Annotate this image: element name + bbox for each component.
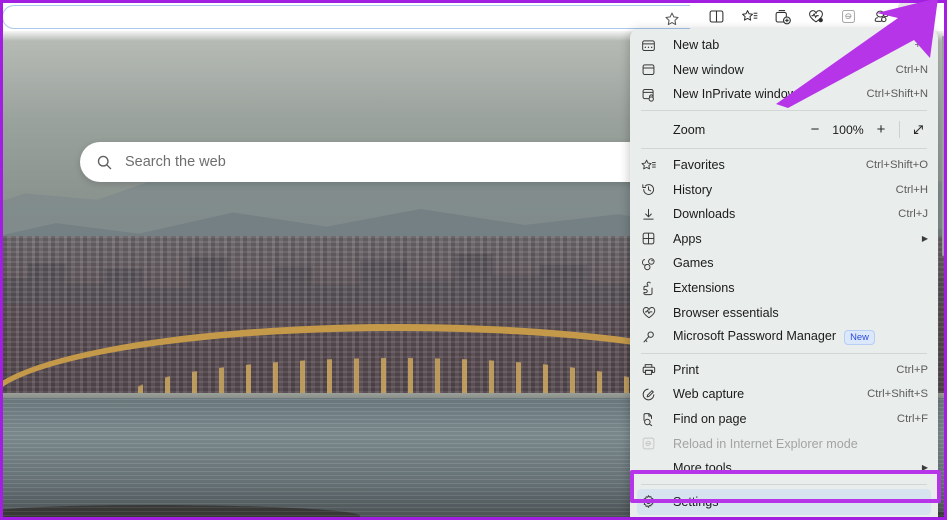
menu-separator bbox=[641, 484, 927, 485]
find-icon bbox=[641, 410, 663, 428]
menu-item-label: New window bbox=[673, 62, 744, 77]
menu-item-downloads[interactable]: Downloads Ctrl+J bbox=[630, 202, 938, 227]
menu-item-settings[interactable]: Settings bbox=[637, 488, 931, 515]
new-window-icon bbox=[641, 61, 663, 79]
history-icon bbox=[641, 181, 663, 199]
browser-essentials-icon[interactable] bbox=[799, 2, 832, 30]
menu-item-label: Apps bbox=[673, 231, 702, 246]
favorites-icon[interactable] bbox=[733, 2, 766, 30]
menu-item-label: Microsoft Password Manager New bbox=[673, 329, 928, 346]
menu-item-accel: +T bbox=[914, 39, 929, 52]
zoom-in-button[interactable]: + bbox=[867, 118, 895, 142]
address-bar[interactable] bbox=[2, 5, 690, 29]
zoom-value: 100% bbox=[832, 122, 864, 137]
downloads-icon bbox=[641, 205, 663, 223]
menu-item-accel: Ctrl+N bbox=[895, 63, 928, 76]
menu-item-label: History bbox=[673, 182, 713, 197]
toolbar-icon-group bbox=[700, 2, 931, 30]
menu-item-games[interactable]: Games bbox=[630, 251, 938, 276]
menu-scrollbar[interactable] bbox=[941, 36, 945, 256]
gear-icon bbox=[641, 493, 663, 511]
settings-and-more-menu: New tab +T New window Ctrl+N New InPriva… bbox=[630, 29, 938, 520]
menu-item-help-and-feedback[interactable]: Help and feedback ▶ bbox=[630, 515, 938, 520]
web-capture-icon bbox=[641, 385, 663, 403]
menu-item-accel: Ctrl+J bbox=[898, 208, 928, 221]
menu-item-favorites[interactable]: Favorites Ctrl+Shift+O bbox=[630, 153, 938, 178]
menu-item-history[interactable]: History Ctrl+H bbox=[630, 177, 938, 202]
menu-item-accel: Ctrl+F bbox=[896, 413, 928, 426]
menu-item-label: Extensions bbox=[673, 281, 735, 296]
menu-item-label: New InPrivate window bbox=[673, 87, 797, 102]
menu-item-accel: Ctrl+H bbox=[895, 183, 928, 196]
copilot-icon[interactable] bbox=[865, 2, 898, 30]
menu-item-reload-ie-mode: Reload in Internet Explorer mode bbox=[630, 431, 938, 456]
more-tools-icon bbox=[641, 459, 663, 477]
menu-item-new-window[interactable]: New window Ctrl+N bbox=[630, 58, 938, 83]
ie-mode-icon[interactable] bbox=[832, 2, 865, 30]
menu-item-apps[interactable]: Apps ▶ bbox=[630, 227, 938, 252]
menu-item-label: Games bbox=[673, 256, 714, 271]
collections-icon[interactable] bbox=[766, 2, 799, 30]
chevron-right-icon: ▶ bbox=[921, 233, 928, 243]
menu-separator bbox=[641, 353, 927, 355]
menu-item-label: Reload in Internet Explorer mode bbox=[673, 436, 858, 451]
favorites-icon bbox=[641, 156, 663, 174]
password-manager-label: Microsoft Password Manager bbox=[673, 329, 837, 344]
menu-item-browser-essentials[interactable]: Browser essentials bbox=[630, 300, 938, 325]
settings-and-more-icon[interactable] bbox=[898, 2, 931, 30]
menu-separator bbox=[641, 148, 927, 150]
menu-item-accel: Ctrl+P bbox=[896, 363, 928, 376]
menu-item-password-manager[interactable]: Microsoft Password Manager New bbox=[630, 325, 938, 350]
address-input[interactable] bbox=[15, 6, 650, 28]
menu-item-new-inprivate-window[interactable]: New InPrivate window Ctrl+Shift+N bbox=[630, 82, 938, 107]
page-search-box[interactable] bbox=[80, 142, 698, 182]
menu-item-label: New tab bbox=[673, 38, 720, 53]
menu-item-label: Browser essentials bbox=[673, 305, 779, 320]
menu-item-label: Settings bbox=[673, 494, 719, 509]
favorite-star-icon[interactable] bbox=[662, 9, 681, 28]
menu-item-label: Web capture bbox=[673, 387, 745, 402]
menu-item-extensions[interactable]: Extensions bbox=[630, 276, 938, 301]
menu-item-accel: Ctrl+Shift+N bbox=[866, 88, 928, 101]
menu-item-new-tab[interactable]: New tab +T bbox=[630, 33, 938, 58]
screenshot-root: New tab +T New window Ctrl+N bbox=[0, 0, 947, 520]
menu-item-label: Downloads bbox=[673, 207, 736, 222]
menu-item-label: More tools bbox=[673, 461, 732, 476]
menu-item-print[interactable]: Print Ctrl+P bbox=[630, 358, 938, 383]
ie-mode-icon bbox=[641, 435, 663, 453]
new-badge: New bbox=[844, 329, 875, 346]
chevron-right-icon: ▶ bbox=[921, 463, 928, 473]
menu-item-label: Find on page bbox=[673, 412, 747, 427]
search-icon bbox=[96, 154, 113, 171]
menu-item-label: Favorites bbox=[673, 158, 725, 173]
zoom-label: Zoom bbox=[673, 122, 706, 137]
menu-item-accel: Ctrl+Shift+O bbox=[865, 159, 928, 172]
inprivate-icon bbox=[641, 85, 663, 103]
print-icon bbox=[641, 361, 663, 379]
fullscreen-icon[interactable] bbox=[904, 118, 932, 142]
river-bank-left bbox=[0, 505, 360, 520]
menu-item-label: Print bbox=[673, 362, 699, 377]
menu-item-more-tools[interactable]: More tools ▶ bbox=[630, 456, 938, 481]
browser-toolbar bbox=[0, 0, 947, 31]
games-icon bbox=[641, 254, 663, 272]
split-screen-icon[interactable] bbox=[700, 2, 733, 30]
browser-essentials-icon bbox=[641, 304, 663, 322]
search-input[interactable] bbox=[125, 154, 698, 170]
menu-separator bbox=[641, 110, 927, 112]
zoom-divider bbox=[899, 121, 900, 139]
menu-item-web-capture[interactable]: Web capture Ctrl+Shift+S bbox=[630, 382, 938, 407]
menu-item-accel: Ctrl+Shift+S bbox=[867, 388, 928, 401]
apps-icon bbox=[641, 230, 663, 248]
key-icon bbox=[641, 328, 663, 346]
menu-item-find-on-page[interactable]: Find on page Ctrl+F bbox=[630, 407, 938, 432]
new-tab-icon bbox=[641, 36, 663, 54]
zoom-out-button[interactable]: − bbox=[801, 118, 829, 142]
extensions-icon bbox=[641, 279, 663, 297]
menu-zoom-row: Zoom − 100% + bbox=[630, 115, 938, 145]
